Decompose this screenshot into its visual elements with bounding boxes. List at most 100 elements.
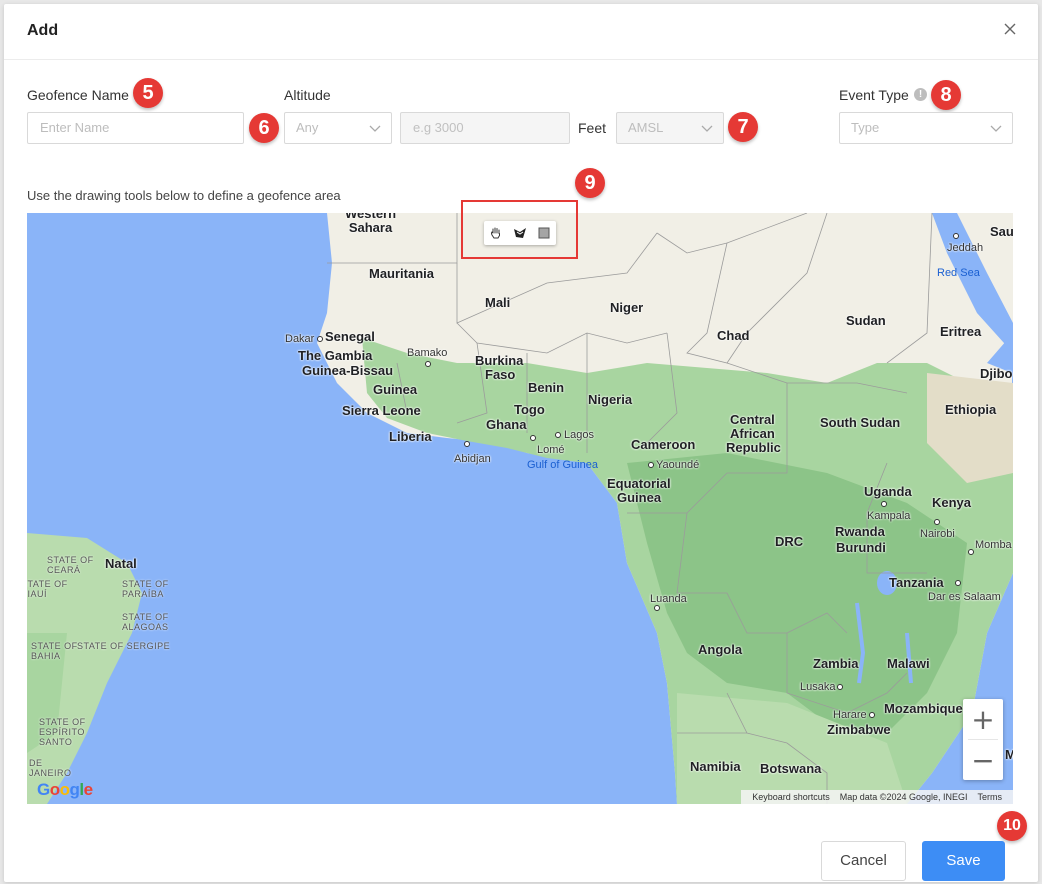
map-attribution: Keyboard shortcuts Map data ©2024 Google… bbox=[741, 790, 1013, 804]
callout-badge-6: 6 bbox=[249, 113, 279, 143]
dialog-header: Add bbox=[4, 4, 1038, 60]
reference-select-value: AMSL bbox=[628, 120, 664, 135]
city-dot bbox=[464, 441, 470, 447]
close-icon[interactable] bbox=[1002, 21, 1018, 37]
label-zambia: Zambia bbox=[813, 656, 859, 671]
label-rwanda: Rwanda bbox=[835, 524, 885, 539]
label-western-sahara: Western Sahara bbox=[345, 213, 397, 235]
cancel-button[interactable]: Cancel bbox=[821, 841, 906, 881]
altitude-value-input[interactable]: e.g 3000 bbox=[400, 112, 570, 144]
chevron-down-icon bbox=[990, 125, 1002, 132]
water-red-sea: Red Sea bbox=[937, 267, 980, 279]
zoom-control: + − bbox=[963, 699, 1003, 780]
callout-badge-9: 9 bbox=[575, 168, 605, 198]
label-ghana: Ghana bbox=[486, 417, 527, 432]
label-mauritania: Mauritania bbox=[369, 266, 435, 281]
label-sudan: Sudan bbox=[846, 313, 886, 328]
save-button[interactable]: Save bbox=[922, 841, 1005, 881]
label-zimbabwe: Zimbabwe bbox=[827, 722, 891, 737]
city-jeddah: Jeddah bbox=[947, 242, 984, 254]
event-type-label: Event Type bbox=[839, 87, 909, 103]
label-car-1: Central bbox=[730, 412, 775, 427]
water-gulf-of-guinea: Gulf of Guinea bbox=[527, 459, 598, 471]
label-eq-guinea-1: Equatorial bbox=[607, 476, 671, 491]
city-dot bbox=[955, 580, 961, 586]
city-kampala: Kampala bbox=[867, 510, 911, 522]
label-eq-guinea-2: Guinea bbox=[617, 490, 662, 505]
event-type-placeholder: Type bbox=[851, 120, 880, 135]
label-tanzania: Tanzania bbox=[889, 575, 944, 590]
label-drc: DRC bbox=[775, 534, 804, 549]
label-car-3: Republic bbox=[726, 440, 781, 455]
city-dot bbox=[869, 712, 875, 718]
label-sierra-leone: Sierra Leone bbox=[342, 403, 421, 418]
city-dot bbox=[968, 549, 974, 555]
state-alagoas: STATE OF ALAGOAS bbox=[122, 612, 169, 632]
terms-link[interactable]: Terms bbox=[973, 792, 1008, 802]
label-namibia: Namibia bbox=[690, 759, 741, 774]
label-burkina: Burkina bbox=[475, 353, 524, 368]
city-dot bbox=[934, 519, 940, 525]
altitude-select[interactable]: Any bbox=[284, 112, 392, 144]
label-ethiopia: Ethiopia bbox=[945, 402, 997, 417]
label-nigeria: Nigeria bbox=[588, 392, 633, 407]
state-piaui: STATE OF PIAUÍ bbox=[27, 579, 68, 599]
state-rio: DE JANEIRO bbox=[29, 758, 72, 778]
drawing-tools-highlight bbox=[461, 200, 578, 259]
city-yaounde: Yaoundé bbox=[656, 459, 700, 471]
city-dot bbox=[648, 462, 654, 468]
label-saudi: Sau bbox=[990, 224, 1013, 239]
zoom-in-button[interactable]: + bbox=[963, 699, 1003, 739]
city-abidjan: Abidjan bbox=[454, 453, 491, 465]
dialog-title: Add bbox=[27, 22, 59, 39]
keyboard-shortcuts-link[interactable]: Keyboard shortcuts bbox=[747, 792, 835, 802]
label-djibouti: Djibo bbox=[980, 366, 1013, 381]
label-cameroon: Cameroon bbox=[631, 437, 696, 452]
label-mali: Mali bbox=[485, 295, 511, 310]
state-paraiba: STATE OF PARAÍBA bbox=[122, 579, 169, 599]
geofence-name-input[interactable]: Enter Name bbox=[27, 112, 244, 144]
geofence-map[interactable]: Western Sahara Mauritania Mali Niger Cha… bbox=[27, 213, 1013, 804]
label-botswana: Botswana bbox=[760, 761, 822, 776]
event-type-select[interactable]: Type bbox=[839, 112, 1013, 144]
city-lagos: Lagos bbox=[564, 429, 594, 441]
state-sergipe: STATE OF SERGIPE bbox=[77, 641, 171, 651]
city-dot bbox=[555, 432, 561, 438]
city-dar: Dar es Salaam bbox=[928, 591, 1001, 603]
state-espirito-santo: STATE OF ESPÍRITO SANTO bbox=[39, 717, 86, 747]
label-south-sudan: South Sudan bbox=[820, 415, 901, 430]
label-niger: Niger bbox=[610, 300, 644, 315]
label-natal: Natal bbox=[105, 556, 137, 571]
drawing-hint: Use the drawing tools below to define a … bbox=[27, 188, 341, 203]
city-harare: Harare bbox=[833, 709, 867, 721]
city-lusaka: Lusaka bbox=[800, 681, 836, 693]
label-kenya: Kenya bbox=[932, 495, 972, 510]
label-togo: Togo bbox=[514, 402, 545, 417]
city-dot bbox=[953, 233, 959, 239]
chevron-down-icon bbox=[701, 125, 713, 132]
state-ceara: STATE OF CEARÁ bbox=[47, 555, 94, 575]
label-mozambique: Mozambique bbox=[884, 701, 963, 716]
chevron-down-icon bbox=[369, 125, 381, 132]
label-edge-m: M bbox=[1005, 747, 1013, 762]
callout-badge-5: 5 bbox=[133, 78, 163, 108]
label-burundi: Burundi bbox=[836, 540, 886, 555]
label-faso: Faso bbox=[485, 367, 516, 382]
city-dot bbox=[425, 361, 431, 367]
label-senegal: Senegal bbox=[325, 329, 375, 344]
info-icon[interactable]: ! bbox=[914, 88, 927, 101]
label-gambia: The Gambia bbox=[298, 348, 373, 363]
city-dot bbox=[654, 605, 660, 611]
state-bahia: STATE OF BAHIA bbox=[31, 641, 78, 661]
google-logo: Google bbox=[37, 780, 93, 799]
map-data-text: Map data ©2024 Google, INEGI bbox=[839, 792, 968, 802]
unit-label: Feet bbox=[578, 120, 607, 136]
reference-select[interactable]: AMSL bbox=[616, 112, 724, 144]
city-dot bbox=[881, 501, 887, 507]
city-nairobi: Nairobi bbox=[920, 528, 955, 540]
label-benin: Benin bbox=[528, 380, 565, 395]
zoom-out-button[interactable]: − bbox=[963, 740, 1003, 780]
label-guinea: Guinea bbox=[373, 382, 418, 397]
label-chad: Chad bbox=[717, 328, 750, 343]
callout-badge-10: 10 bbox=[997, 811, 1027, 841]
